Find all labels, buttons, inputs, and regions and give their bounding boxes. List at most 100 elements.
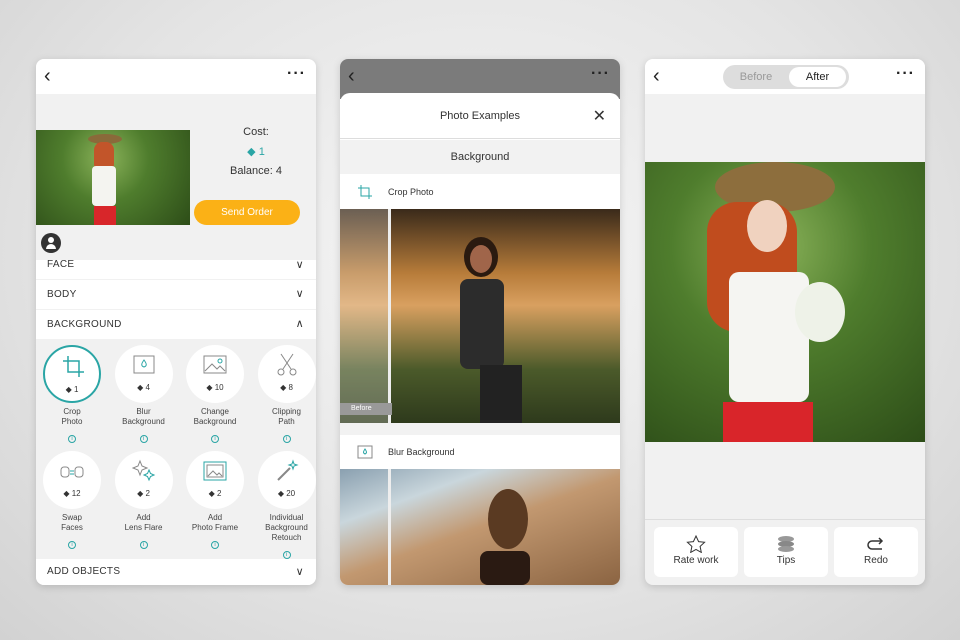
send-order-button[interactable]: Send Order [194, 200, 300, 225]
cost-info: Cost: ◆ 1 Balance: 4 [196, 126, 316, 177]
coins-icon [778, 536, 794, 552]
tips-button[interactable]: Tips [744, 527, 828, 577]
more-icon: ··· [591, 65, 610, 82]
section-title: Background [340, 140, 620, 174]
diamond-icon: ◆ [137, 383, 144, 392]
diamond-icon: ◆ [208, 489, 215, 498]
header: ‹ Before After ··· [645, 59, 925, 94]
service-button[interactable]: ◆ 2 [186, 451, 244, 509]
section-add-objects[interactable]: ADD OBJECTS ∨ [36, 559, 316, 585]
service-individual-background-retouch[interactable]: ◆ 20 Individual Background Retouch i [251, 451, 317, 561]
rate-work-button[interactable]: Rate work [654, 527, 738, 577]
service-price: ◆ 2 [208, 489, 222, 498]
chevron-down-icon: ∨ [295, 288, 304, 300]
service-label: Crop Photo [61, 407, 83, 426]
service-label: Blur Background [122, 407, 165, 426]
cost-value: ◆ 1 [247, 146, 265, 158]
service-price: ◆ 4 [137, 383, 150, 392]
scissors-icon [277, 353, 296, 376]
close-icon[interactable]: ✕ [593, 106, 606, 126]
service-button[interactable]: ◆ 8 [257, 345, 316, 403]
service-price: ◆ 20 [277, 489, 296, 498]
info-icon[interactable]: i [139, 435, 148, 443]
tab-before[interactable]: Before [723, 65, 789, 89]
tab-after[interactable]: After [789, 67, 846, 87]
service-crop-photo[interactable]: ◆ 1 Crop Photo i [36, 345, 108, 445]
service-button[interactable]: ◆ 20 [257, 451, 316, 509]
service-button[interactable]: ◆ 12 [43, 451, 101, 509]
info-icon[interactable]: i [139, 541, 148, 549]
order-screen: ‹ ··· Cost: ◆ 1 Balance: 4 Send Order FA… [36, 59, 316, 585]
service-label: Change Background [193, 407, 237, 426]
crop-icon [63, 356, 84, 377]
chevron-down-icon: ∨ [295, 259, 304, 271]
diamond-icon: ◆ [63, 489, 70, 498]
section-body[interactable]: BODY ∨ [36, 280, 316, 309]
service-label: Swap Faces [61, 513, 83, 532]
photo-examples-screen: ‹ ··· Photo Examples ✕ Background Crop P… [340, 59, 620, 585]
service-price: ◆ 2 [137, 489, 150, 498]
blur-icon [357, 445, 373, 459]
redo-button[interactable]: Redo [834, 527, 918, 577]
service-add-photo-frame[interactable]: ◆ 2 Add Photo Frame i [179, 451, 251, 551]
blur-icon [133, 355, 154, 374]
diamond-icon: ◆ [206, 383, 213, 392]
info-icon[interactable]: i [68, 435, 76, 443]
before-after-toggle: Before After [723, 65, 849, 89]
example-blur-background[interactable]: Blur Background [340, 435, 620, 469]
modal-title: Photo Examples [439, 110, 521, 122]
result-photo [645, 162, 925, 442]
diamond-icon: ◆ [247, 146, 256, 158]
service-label: Individual Background Retouch [265, 513, 308, 542]
sparkle-icon [131, 459, 155, 482]
info-icon[interactable]: i [282, 435, 291, 443]
service-blur-background[interactable]: ◆ 4 Blur Background i [108, 345, 180, 445]
back-icon[interactable]: ‹ [653, 66, 660, 86]
service-price: ◆ 8 [280, 383, 293, 392]
service-button[interactable]: ◆ 10 [186, 345, 244, 403]
cost-label: Cost: [243, 126, 269, 138]
service-button[interactable]: ◆ 4 [114, 345, 173, 403]
service-button[interactable]: ◆ 1 [43, 345, 101, 403]
service-price: ◆ 10 [206, 383, 224, 392]
header: ‹ ··· [36, 59, 316, 94]
more-icon[interactable]: ··· [896, 65, 915, 83]
frame-icon [203, 461, 227, 481]
chevron-down-icon: ∨ [295, 566, 304, 578]
service-price: ◆ 12 [63, 489, 81, 498]
diamond-icon: ◆ [277, 489, 284, 498]
section-face[interactable]: FACE ∨ [36, 260, 316, 279]
service-add-lens-flare[interactable]: ◆ 2 Add Lens Flare i [108, 451, 180, 551]
star-icon [686, 535, 706, 553]
crop-icon [358, 185, 372, 199]
info-icon[interactable]: i [211, 541, 219, 549]
service-label: Clipping Path [272, 407, 301, 426]
more-icon[interactable]: ··· [287, 65, 306, 83]
redo-icon [867, 537, 884, 550]
diamond-icon: ◆ [280, 383, 287, 392]
service-price: ◆ 1 [65, 385, 79, 394]
info-icon[interactable]: i [211, 435, 219, 443]
balance: Balance: 4 [230, 165, 282, 177]
back-icon[interactable]: ‹ [44, 66, 51, 86]
modal-header: Photo Examples ✕ [340, 93, 620, 139]
service-swap-faces[interactable]: ◆ 12 Swap Faces i [36, 451, 108, 551]
before-label: Before [340, 403, 392, 415]
service-change-background[interactable]: ◆ 10 Change Background i [179, 345, 251, 445]
info-icon[interactable]: i [282, 551, 291, 559]
photo-thumbnail [36, 130, 190, 225]
info-icon[interactable]: i [68, 541, 76, 549]
swap-faces-icon [60, 466, 84, 478]
magic-wand-icon [276, 459, 299, 481]
service-label: Add Lens Flare [124, 513, 163, 532]
service-label: Add Photo Frame [191, 513, 239, 532]
chevron-up-icon: ∧ [295, 318, 304, 330]
service-clipping-path[interactable]: ◆ 8 Clipping Path i [251, 345, 317, 445]
image-icon [203, 355, 227, 374]
diamond-icon: ◆ [65, 385, 72, 394]
example-crop-photo[interactable]: Crop Photo [340, 175, 620, 209]
diamond-icon: ◆ [137, 489, 144, 498]
service-button[interactable]: ◆ 2 [114, 451, 173, 509]
avatar-icon[interactable] [41, 233, 61, 253]
section-background[interactable]: BACKGROUND ∧ [36, 310, 316, 339]
